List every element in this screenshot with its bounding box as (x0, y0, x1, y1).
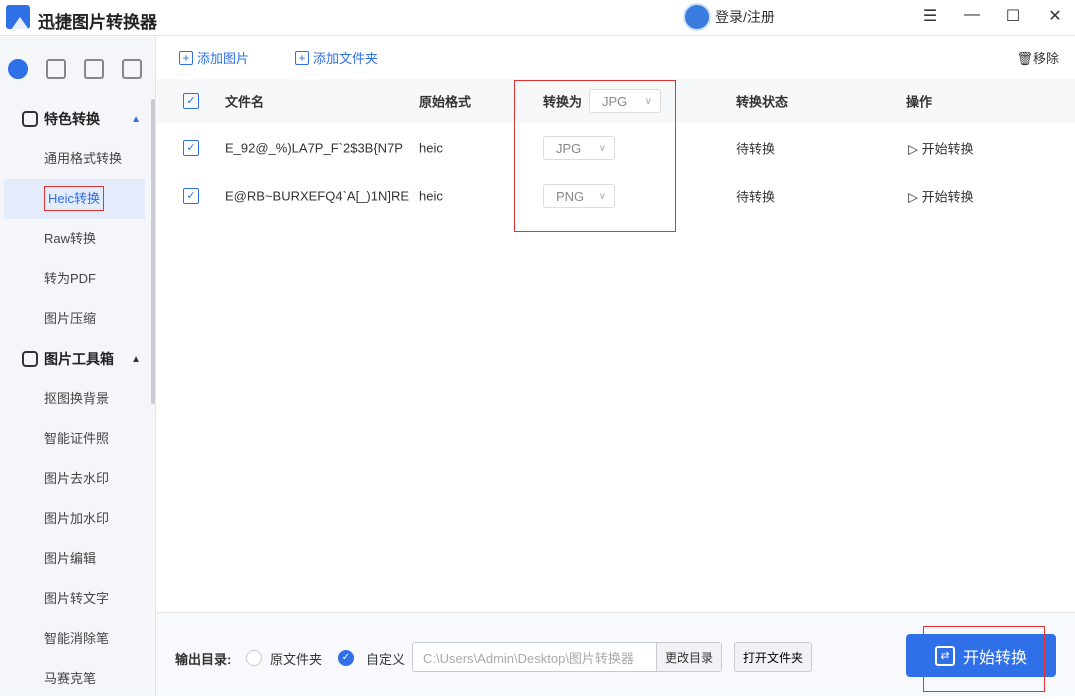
header-convert-to: 转换为 (543, 94, 583, 110)
sidebar-item-cutout[interactable]: 抠图换背景 (0, 379, 155, 419)
radio-custom[interactable]: ✓ (338, 650, 354, 666)
table-header: ✓ 文件名 原始格式 转换为 JPG ∨ 转换状态 操作 (157, 79, 1075, 123)
add-folder-icon: + (295, 50, 309, 65)
target-format-select[interactable]: JPG ∨ (543, 136, 615, 160)
select-value: JPG (556, 140, 582, 156)
group-label: 特色转换 (44, 111, 100, 127)
sidebar-item-raw[interactable]: Raw转换 (0, 219, 155, 259)
chevron-down-icon: ∨ (598, 142, 606, 154)
sidebar-scrollbar[interactable] (151, 99, 155, 404)
start-row-button[interactable]: ▷ 开始转换 (908, 139, 974, 158)
output-path-field: 更改目录 (412, 642, 722, 672)
remove-label: 移除 (1032, 51, 1059, 66)
sidebar-item-heic[interactable]: Heic转换 (4, 179, 145, 219)
sidebar-item-edit[interactable]: 图片编辑 (0, 539, 155, 579)
chevron-down-icon: ∨ (644, 95, 652, 107)
file-list-area: + 添加图片 + 添加文件夹 🗑移除 ✓ 文件名 原始格式 转换为 JPG ∨ 转换状… (157, 37, 1075, 612)
add-folder-label: 添加文件夹 (313, 51, 379, 66)
target-format-select[interactable]: PNG ∨ (543, 184, 615, 208)
start-label: 开始转换 (962, 649, 1027, 667)
sidebar-item-pdf[interactable]: 转为PDF (0, 259, 155, 299)
toolbox-tab-icon[interactable] (46, 59, 66, 79)
add-folder-button[interactable]: + 添加文件夹 (295, 48, 378, 67)
file-status: 待转换 (736, 189, 776, 205)
login-button[interactable]: 登录/注册 (683, 3, 775, 31)
radio-original-folder[interactable] (246, 650, 262, 666)
change-dir-button[interactable]: 更改目录 (656, 643, 721, 671)
header-status: 转换状态 (736, 94, 789, 110)
sidebar-item-ocr[interactable]: 图片转文字 (0, 579, 155, 619)
add-file-icon: + (179, 50, 193, 65)
output-label: 输出目录: (175, 652, 232, 667)
sidebar-item-idphoto[interactable]: 智能证件照 (0, 419, 155, 459)
app-title: 迅捷图片转换器 (38, 13, 157, 32)
start-row-button[interactable]: ▷ 开始转换 (908, 187, 974, 206)
sidebar: 特色转换 ▲ 通用格式转换 Heic转换 Raw转换 转为PDF 图片压缩 图片工… (0, 37, 156, 696)
title-bar: 迅捷图片转换器 登录/注册 ☰ — ☐ ✕ (0, 0, 1075, 36)
trash-icon: 🗑 (1016, 51, 1033, 66)
add-image-button[interactable]: + 添加图片 (179, 48, 249, 67)
action-label: 开始转换 (921, 141, 974, 157)
close-icon[interactable]: ✕ (1043, 6, 1067, 26)
custom-label: 自定义 (366, 652, 406, 667)
file-format: heic (419, 140, 443, 156)
sidebar-item-remove-watermark[interactable]: 图片去水印 (0, 459, 155, 499)
select-all-checkbox[interactable]: ✓ (183, 93, 199, 109)
header-action: 操作 (906, 94, 933, 110)
convert-icon: ⇄ (934, 645, 955, 666)
open-folder-button[interactable]: 打开文件夹 (734, 642, 812, 672)
table-row: ✓ E_92@_%)LA7P_F`2$3B{N7P heic JPG ∨ 待转换 … (157, 124, 1075, 172)
image-tab-icon[interactable] (84, 59, 104, 79)
group-special-convert[interactable]: 特色转换 ▲ (0, 99, 155, 139)
chevron-down-icon: ∨ (598, 190, 606, 202)
sidebar-item-compress[interactable]: 图片压缩 (0, 299, 155, 339)
sidebar-item-general[interactable]: 通用格式转换 (0, 139, 155, 179)
select-value: PNG (556, 188, 585, 204)
convert-all-select[interactable]: JPG ∨ (589, 89, 661, 113)
sidebar-item-label: Heic转换 (44, 186, 105, 211)
add-image-label: 添加图片 (197, 51, 250, 66)
file-status: 待转换 (736, 141, 776, 157)
maximize-icon[interactable]: ☐ (1001, 6, 1025, 26)
login-label: 登录/注册 (715, 9, 775, 25)
batch-tab-icon[interactable] (122, 59, 142, 79)
header-name: 文件名 (225, 94, 265, 110)
table-row: ✓ E@RB~BURXEFQ4`A[_)1N]RE heic PNG ∨ 待转换 … (157, 172, 1075, 220)
start-convert-button[interactable]: ⇄ 开始转换 (906, 634, 1056, 677)
app-logo-icon (6, 5, 30, 29)
menu-icon[interactable]: ☰ (918, 6, 942, 26)
avatar (683, 3, 711, 31)
row-checkbox[interactable]: ✓ (183, 188, 199, 204)
select-value: JPG (602, 93, 628, 109)
remove-button[interactable]: 🗑移除 (1016, 48, 1059, 67)
file-name: E_92@_%)LA7P_F`2$3B{N7P (225, 140, 403, 156)
file-name: E@RB~BURXEFQ4`A[_)1N]RE (225, 188, 410, 204)
group-label: 图片工具箱 (44, 351, 114, 367)
sidebar-item-eraser[interactable]: 智能消除笔 (0, 619, 155, 659)
minimize-icon[interactable]: — (960, 6, 984, 24)
row-checkbox[interactable]: ✓ (183, 140, 199, 156)
header-format: 原始格式 (419, 94, 472, 110)
convert-tab-icon[interactable] (8, 59, 28, 79)
toolbox-icon (22, 351, 38, 367)
sidebar-item-add-watermark[interactable]: 图片加水印 (0, 499, 155, 539)
output-path-input[interactable] (413, 643, 656, 671)
convert-icon (22, 111, 38, 127)
sidebar-item-mosaic[interactable]: 马赛克笔 (0, 659, 155, 699)
action-label: 开始转换 (921, 189, 974, 205)
group-toolbox[interactable]: 图片工具箱 ▲ (0, 339, 155, 379)
output-bar: 输出目录: 原文件夹 ✓ 自定义 更改目录 打开文件夹 ⇄ 开始转换 (157, 612, 1075, 696)
original-folder-label: 原文件夹 (270, 652, 323, 667)
chevron-up-icon: ▲ (131, 113, 141, 125)
file-format: heic (419, 188, 443, 204)
chevron-up-icon: ▲ (131, 353, 141, 365)
